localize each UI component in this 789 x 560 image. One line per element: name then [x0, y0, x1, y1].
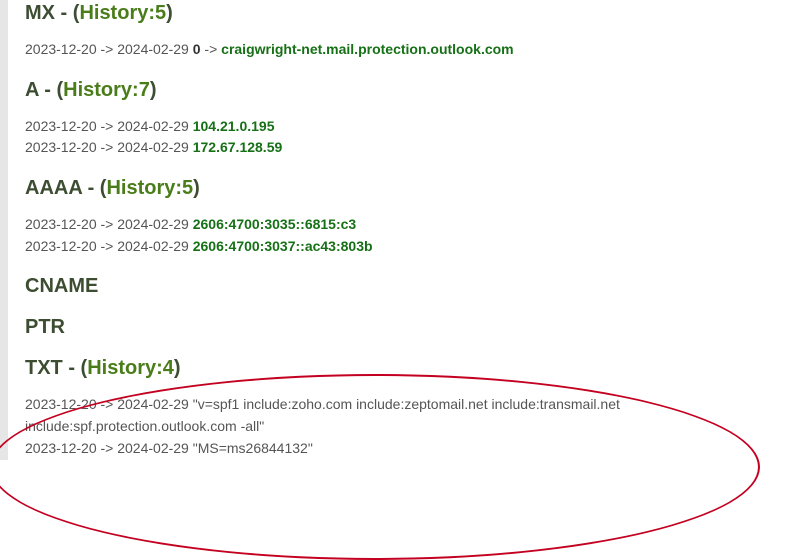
entry-range: 2023-12-20 -> 2024-02-29	[25, 41, 189, 57]
aaaa-heading: AAAA - (History:5)	[25, 177, 789, 200]
txt-heading: TXT - (History:4)	[25, 357, 789, 380]
entry-value[interactable]: 104.21.0.195	[193, 118, 275, 134]
entry-value[interactable]: 2606:4700:3035::6815:c3	[193, 216, 356, 232]
mx-entries: 2023-12-20 -> 2024-02-29 0 -> craigwrigh…	[25, 39, 789, 61]
aaaa-entry: 2023-12-20 -> 2024-02-29 2606:4700:3035:…	[25, 214, 789, 236]
mx-heading: MX - (History:5)	[25, 2, 789, 25]
entry-range: 2023-12-20 -> 2024-02-29	[25, 216, 189, 232]
a-entry: 2023-12-20 -> 2024-02-29 104.21.0.195	[25, 116, 789, 138]
mx-entry: 2023-12-20 -> 2024-02-29 0 -> craigwrigh…	[25, 39, 789, 61]
entry-range: 2023-12-20 -> 2024-02-29	[25, 238, 189, 254]
a-type: A	[25, 79, 39, 101]
aaaa-entry: 2023-12-20 -> 2024-02-29 2606:4700:3037:…	[25, 236, 789, 258]
a-entry: 2023-12-20 -> 2024-02-29 172.67.128.59	[25, 137, 789, 159]
entry-range: 2023-12-20 -> 2024-02-29	[25, 118, 189, 134]
ptr-type: PTR	[25, 316, 65, 338]
txt-entry: 2023-12-20 -> 2024-02-29 "v=spf1 include…	[25, 394, 725, 437]
entry-value[interactable]: 2606:4700:3037::ac43:803b	[193, 238, 373, 254]
a-entries: 2023-12-20 -> 2024-02-29 104.21.0.195 20…	[25, 116, 789, 159]
entry-range: 2023-12-20 -> 2024-02-29	[25, 139, 189, 155]
entry-range: 2023-12-20 -> 2024-02-29	[25, 396, 189, 412]
a-heading: A - (History:7)	[25, 79, 789, 102]
entry-priority: 0	[193, 41, 201, 57]
mx-type: MX	[25, 2, 55, 24]
entry-value[interactable]: craigwright-net.mail.protection.outlook.…	[221, 41, 513, 57]
txt-entries: 2023-12-20 -> 2024-02-29 "v=spf1 include…	[25, 394, 725, 459]
txt-type: TXT	[25, 357, 63, 379]
mx-history-link[interactable]: History:5	[79, 2, 166, 24]
entry-range: 2023-12-20 -> 2024-02-29	[25, 440, 189, 456]
txt-entry: 2023-12-20 -> 2024-02-29 "MS=ms26844132"	[25, 438, 725, 460]
cname-heading: CNAME	[25, 275, 789, 298]
aaaa-history-link[interactable]: History:5	[106, 177, 193, 199]
entry-sep: ->	[204, 41, 217, 57]
cname-type: CNAME	[25, 275, 98, 297]
aaaa-type: AAAA	[25, 177, 82, 199]
a-history-link[interactable]: History:7	[63, 79, 150, 101]
dns-records-content: MX - (History:5) 2023-12-20 -> 2024-02-2…	[0, 0, 789, 460]
entry-value[interactable]: 172.67.128.59	[193, 139, 283, 155]
aaaa-entries: 2023-12-20 -> 2024-02-29 2606:4700:3035:…	[25, 214, 789, 257]
ptr-heading: PTR	[25, 316, 789, 339]
entry-value: "MS=ms26844132"	[193, 440, 313, 456]
txt-history-link[interactable]: History:4	[87, 357, 174, 379]
